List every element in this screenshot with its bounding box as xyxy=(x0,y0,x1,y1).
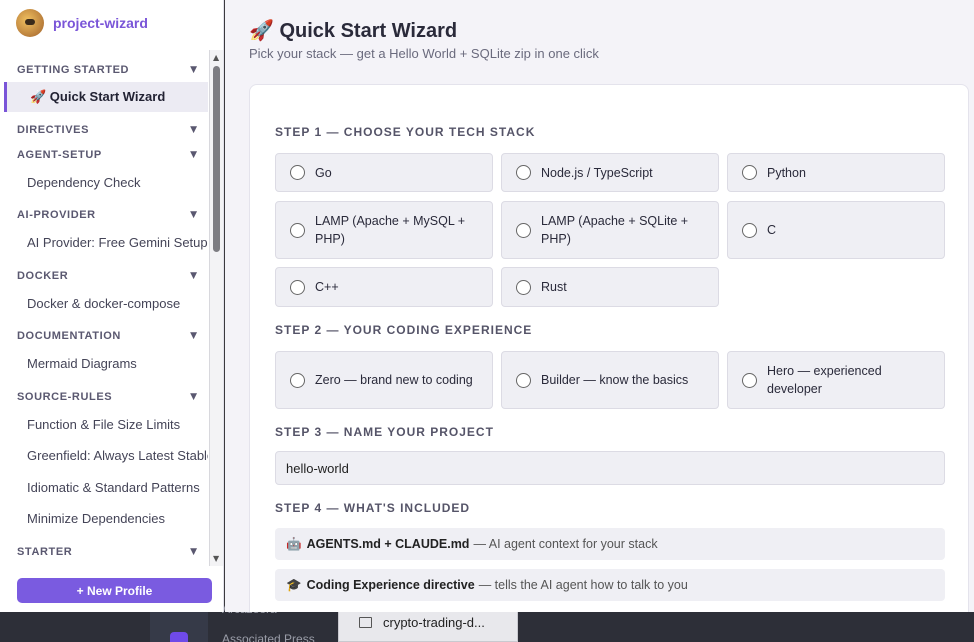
option-label: LAMP (Apache + SQLite + PHP) xyxy=(541,214,689,246)
chevron-down-icon: ▼ xyxy=(190,210,197,220)
chevron-down-icon: ▼ xyxy=(190,271,197,281)
chevron-down-icon: ▼ xyxy=(190,65,197,75)
taskbar-tab-label: crypto-trading-d... xyxy=(383,615,485,630)
new-profile-button[interactable]: + New Profile xyxy=(17,578,212,603)
radio-icon[interactable] xyxy=(516,165,531,180)
section-ai-provider[interactable]: AI-PROVIDER ▼ xyxy=(17,207,197,223)
experience-option-builder[interactable]: Builder — know the basics xyxy=(501,351,719,409)
stack-option-go[interactable]: Go xyxy=(275,153,493,192)
radio-icon[interactable] xyxy=(290,165,305,180)
chevron-down-icon: ▼ xyxy=(190,547,197,557)
app-icon[interactable] xyxy=(170,632,188,642)
main-content: 🚀 Quick Start Wizard Pick your stack — g… xyxy=(225,0,974,612)
option-label: C xyxy=(767,223,777,237)
included-item: 🎓 Coding Experience directive — tells th… xyxy=(275,569,945,601)
included-item-name: AGENTS.md + CLAUDE.md xyxy=(306,537,470,551)
radio-icon[interactable] xyxy=(290,279,305,295)
section-source-rules[interactable]: SOURCE-RULES ▼ xyxy=(17,389,197,405)
project-name-input[interactable] xyxy=(275,451,945,485)
sidebar-scrollbar[interactable]: ▲ ▼ xyxy=(209,50,223,566)
included-item-name: Coding Experience directive xyxy=(306,578,475,592)
scroll-up-icon[interactable]: ▲ xyxy=(213,53,219,62)
stack-option-python[interactable]: Python xyxy=(727,153,945,192)
section-label: GETTING STARTED xyxy=(17,64,130,76)
option-label: Builder — know the basics xyxy=(541,373,689,387)
section-directives[interactable]: DIRECTIVES ▼ xyxy=(17,122,197,138)
stack-option-node[interactable]: Node.js / TypeScript xyxy=(501,153,719,192)
stack-option-c[interactable]: C xyxy=(727,201,945,259)
option-label: Go xyxy=(315,165,332,180)
sidebar-item-greenfield[interactable]: Greenfield: Always Latest Stable xyxy=(27,445,208,467)
stack-option-rust[interactable]: Rust xyxy=(501,267,719,307)
graduation-cap-icon: 🎓 xyxy=(286,577,302,592)
section-label: STARTER xyxy=(17,546,73,558)
sidebar-item-dependency-check[interactable]: Dependency Check xyxy=(27,172,208,194)
radio-icon[interactable] xyxy=(516,222,531,238)
step4-title: STEP 4 — WHAT'S INCLUDED xyxy=(275,501,471,515)
included-item-desc: — AI agent context for your stack xyxy=(473,537,658,551)
sidebar: project-wizard GETTING STARTED ▼ 🚀 Quick… xyxy=(0,0,224,612)
chevron-down-icon: ▼ xyxy=(190,392,197,402)
sidebar-item-minimize-dependencies[interactable]: Minimize Dependencies xyxy=(27,508,208,530)
radio-icon[interactable] xyxy=(742,222,757,238)
option-label: Python xyxy=(767,165,806,180)
page-title: 🚀 Quick Start Wizard xyxy=(249,20,458,42)
section-label: SOURCE-RULES xyxy=(17,391,113,403)
stack-option-lamp-mysql[interactable]: LAMP (Apache + MySQL + PHP) xyxy=(275,201,493,259)
brand-name: project-wizard xyxy=(53,15,148,31)
folder-icon xyxy=(359,617,372,628)
sidebar-item-quick-start-wizard[interactable]: 🚀 Quick Start Wizard xyxy=(4,82,208,112)
scrollbar-thumb[interactable] xyxy=(213,66,220,252)
robot-icon: 🤖 xyxy=(286,536,302,551)
page-subtitle: Pick your stack — get a Hello World + SQ… xyxy=(249,46,599,61)
included-item-desc: — tells the AI agent how to talk to you xyxy=(478,578,688,592)
sidebar-item-mermaid-diagrams[interactable]: Mermaid Diagrams xyxy=(27,353,208,375)
scroll-down-icon[interactable]: ▼ xyxy=(213,554,219,563)
radio-icon[interactable] xyxy=(290,222,305,238)
chevron-down-icon: ▼ xyxy=(190,125,197,135)
brand[interactable]: project-wizard xyxy=(16,9,148,37)
step1-title: STEP 1 — CHOOSE YOUR TECH STACK xyxy=(275,125,536,139)
step2-title: STEP 2 — YOUR CODING EXPERIENCE xyxy=(275,323,533,337)
included-item: 🤖 AGENTS.md + CLAUDE.md — AI agent conte… xyxy=(275,528,945,560)
radio-icon[interactable] xyxy=(742,165,757,180)
option-label: Node.js / TypeScript xyxy=(541,165,653,180)
radio-icon[interactable] xyxy=(290,372,305,388)
section-label: AGENT-SETUP xyxy=(17,149,102,161)
section-documentation[interactable]: DOCUMENTATION ▼ xyxy=(17,328,197,344)
section-starter[interactable]: STARTER ▼ xyxy=(17,544,197,560)
radio-icon[interactable] xyxy=(742,372,757,388)
desktop-label: Associated Press xyxy=(222,632,315,642)
radio-icon[interactable] xyxy=(516,372,531,388)
stack-option-lamp-sqlite[interactable]: LAMP (Apache + SQLite + PHP) xyxy=(501,201,719,259)
avatar xyxy=(16,9,44,37)
section-label: AI-PROVIDER xyxy=(17,209,96,221)
step3-title: STEP 3 — NAME YOUR PROJECT xyxy=(275,425,494,439)
section-label: DOCKER xyxy=(17,270,69,282)
wizard-card: STEP 1 — CHOOSE YOUR TECH STACK Go Node.… xyxy=(249,84,969,612)
section-docker[interactable]: DOCKER ▼ xyxy=(17,268,197,284)
experience-option-zero[interactable]: Zero — brand new to coding xyxy=(275,351,493,409)
sidebar-item-ai-provider-gemini[interactable]: AI Provider: Free Gemini Setup xyxy=(27,232,208,254)
sidebar-item-idiomatic[interactable]: Idiomatic & Standard Patterns xyxy=(27,477,208,499)
sidebar-item-function-limits[interactable]: Function & File Size Limits xyxy=(27,414,208,436)
section-getting-started[interactable]: GETTING STARTED ▼ xyxy=(17,62,197,78)
radio-icon[interactable] xyxy=(516,279,531,295)
option-label: LAMP (Apache + MySQL + PHP) xyxy=(315,214,466,246)
chevron-down-icon: ▼ xyxy=(190,331,197,341)
chevron-down-icon: ▼ xyxy=(190,150,197,160)
sidebar-nav: GETTING STARTED ▼ 🚀 Quick Start Wizard D… xyxy=(0,50,208,566)
experience-option-hero[interactable]: Hero — experienced developer xyxy=(727,351,945,409)
section-agent-setup[interactable]: AGENT-SETUP ▼ xyxy=(17,147,197,163)
option-label: Hero — experienced developer xyxy=(767,364,882,396)
option-label: Rust xyxy=(541,280,567,294)
option-label: Zero — brand new to coding xyxy=(315,373,473,387)
section-label: DOCUMENTATION xyxy=(17,330,121,342)
sidebar-item-docker-compose[interactable]: Docker & docker-compose xyxy=(27,293,208,315)
option-label: C++ xyxy=(315,280,339,294)
stack-option-cpp[interactable]: C++ xyxy=(275,267,493,307)
section-label: DIRECTIVES xyxy=(17,124,90,136)
